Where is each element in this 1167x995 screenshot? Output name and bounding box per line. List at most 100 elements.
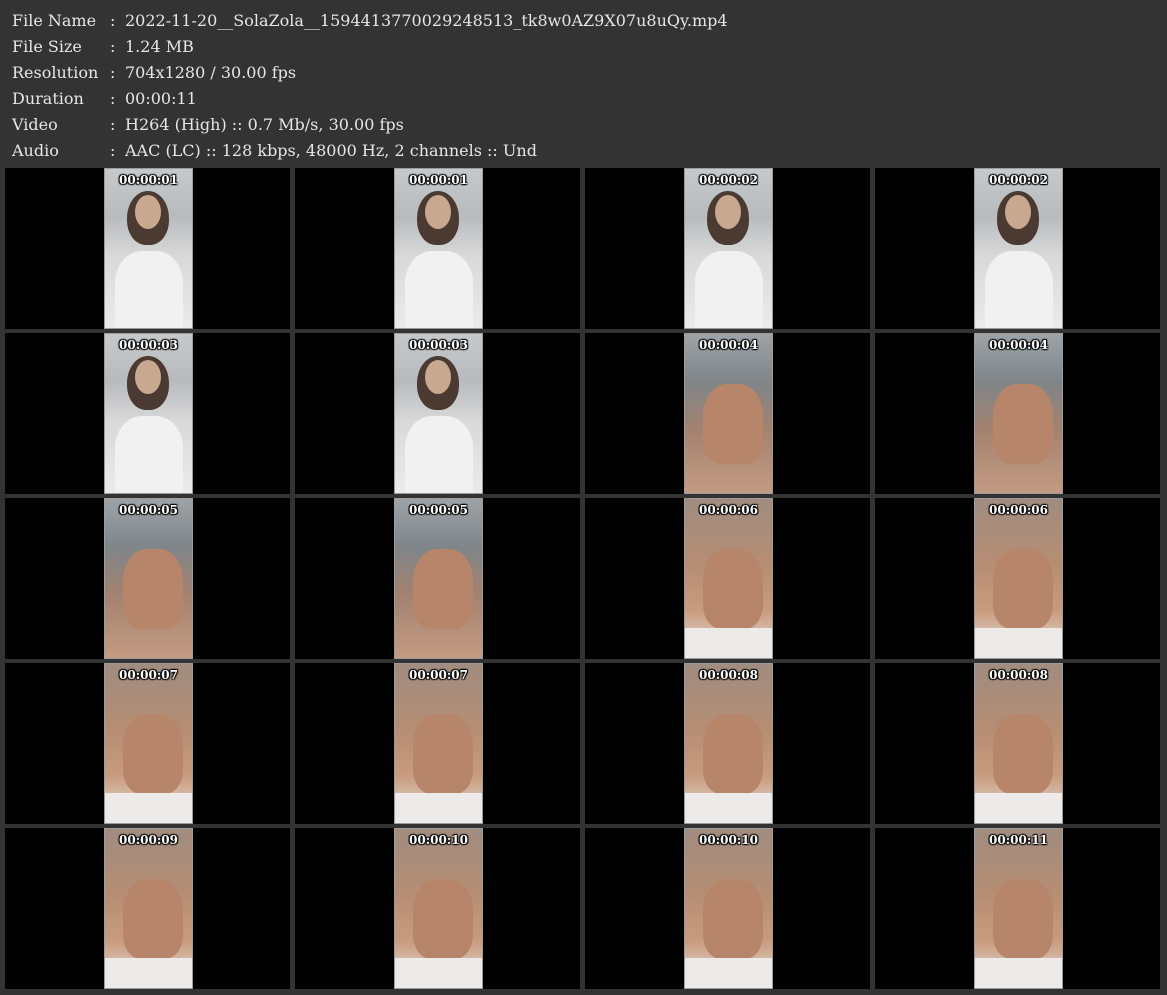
thumbnail-cell[interactable]: 00:00:03 — [295, 333, 580, 494]
video-frame-legs-closeup: 00:00:08 — [974, 663, 1063, 824]
thumbnail-timestamp: 00:00:06 — [989, 503, 1048, 517]
video-frame-legs-closeup: 00:00:10 — [684, 828, 773, 989]
thumbnail-cell[interactable]: 00:00:08 — [875, 663, 1160, 824]
info-label: File Name — [12, 11, 97, 30]
cloth-shape — [685, 628, 772, 658]
face-shape — [135, 360, 161, 394]
thumbnail-cell[interactable]: 00:00:01 — [5, 168, 290, 329]
video-frame-legs-closeup: 00:00:10 — [394, 828, 483, 989]
thumbnail-cell[interactable]: 00:00:05 — [295, 498, 580, 659]
shirt-shape — [985, 251, 1053, 328]
face-shape — [425, 360, 451, 394]
thumbnail-cell[interactable]: 00:00:04 — [875, 333, 1160, 494]
thumbnail-timestamp: 00:00:03 — [409, 338, 468, 352]
legs-shape — [993, 879, 1053, 959]
thumbnail-timestamp: 00:00:11 — [989, 833, 1048, 847]
video-frame-portrait: 00:00:02 — [974, 168, 1063, 329]
video-frame-legs-closeup: 00:00:11 — [974, 828, 1063, 989]
video-frame-legs-closeup: 00:00:06 — [684, 498, 773, 659]
thumbnail-cell[interactable]: 00:00:05 — [5, 498, 290, 659]
legs-shape — [703, 384, 763, 464]
thumbnail-cell[interactable]: 00:00:07 — [295, 663, 580, 824]
thumbnail-timestamp: 00:00:01 — [119, 173, 178, 187]
cloth-shape — [685, 793, 772, 823]
shirt-shape — [115, 416, 183, 493]
legs-shape — [123, 549, 183, 629]
video-frame-legs-closeup: 00:00:08 — [684, 663, 773, 824]
cloth-shape — [975, 628, 1062, 658]
video-frame-legs-closeup: 00:00:09 — [104, 828, 193, 989]
video-frame-legs-terrace: 00:00:04 — [974, 333, 1063, 494]
legs-shape — [993, 384, 1053, 464]
video-frame-legs-terrace: 00:00:04 — [684, 333, 773, 494]
thumbnail-cell[interactable]: 00:00:10 — [295, 828, 580, 989]
face-shape — [715, 195, 741, 229]
video-frame-portrait: 00:00:03 — [104, 333, 193, 494]
info-separator: : — [110, 89, 116, 108]
legs-shape — [413, 549, 473, 629]
info-separator: : — [110, 63, 116, 82]
info-label: Resolution — [12, 63, 99, 82]
thumbnail-timestamp: 00:00:06 — [699, 503, 758, 517]
thumbnail-cell[interactable]: 00:00:10 — [585, 828, 870, 989]
info-label: Audio — [12, 141, 59, 160]
legs-shape — [993, 549, 1053, 629]
thumbnail-cell[interactable]: 00:00:03 — [5, 333, 290, 494]
thumbnail-timestamp: 00:00:10 — [699, 833, 758, 847]
thumbnail-timestamp: 00:00:10 — [409, 833, 468, 847]
thumbnail-cell[interactable]: 00:00:07 — [5, 663, 290, 824]
legs-shape — [703, 714, 763, 794]
thumbnail-timestamp: 00:00:04 — [699, 338, 758, 352]
thumbnail-timestamp: 00:00:07 — [119, 668, 178, 682]
thumbnail-cell[interactable]: 00:00:06 — [585, 498, 870, 659]
info-separator: : — [110, 37, 116, 56]
thumbnail-cell[interactable]: 00:00:02 — [585, 168, 870, 329]
shirt-shape — [405, 251, 473, 328]
info-separator: : — [110, 141, 116, 160]
face-shape — [425, 195, 451, 229]
info-label: File Size — [12, 37, 82, 56]
thumbnail-timestamp: 00:00:04 — [989, 338, 1048, 352]
thumbnail-cell[interactable]: 00:00:01 — [295, 168, 580, 329]
thumbnail-timestamp: 00:00:01 — [409, 173, 468, 187]
thumbnail-timestamp: 00:00:09 — [119, 833, 178, 847]
thumbnail-cell[interactable]: 00:00:09 — [5, 828, 290, 989]
thumbnail-cell[interactable]: 00:00:08 — [585, 663, 870, 824]
legs-shape — [993, 714, 1053, 794]
thumbnail-cell[interactable]: 00:00:04 — [585, 333, 870, 494]
thumbnail-timestamp: 00:00:05 — [409, 503, 468, 517]
info-value: 00:00:11 — [125, 89, 197, 108]
video-frame-legs-closeup: 00:00:07 — [104, 663, 193, 824]
thumbnail-timestamp: 00:00:08 — [699, 668, 758, 682]
cloth-shape — [975, 958, 1062, 988]
thumbnail-cell[interactable]: 00:00:11 — [875, 828, 1160, 989]
info-value: 704x1280 / 30.00 fps — [125, 63, 297, 82]
info-value: 2022-11-20__SolaZola__159441377002924851… — [125, 11, 728, 30]
legs-shape — [413, 879, 473, 959]
cloth-shape — [105, 793, 192, 823]
thumbnail-cell[interactable]: 00:00:02 — [875, 168, 1160, 329]
legs-shape — [703, 549, 763, 629]
legs-shape — [703, 879, 763, 959]
video-frame-legs-closeup: 00:00:06 — [974, 498, 1063, 659]
face-shape — [1005, 195, 1031, 229]
cloth-shape — [685, 958, 772, 988]
shirt-shape — [405, 416, 473, 493]
video-frame-portrait: 00:00:03 — [394, 333, 483, 494]
video-frame-portrait: 00:00:02 — [684, 168, 773, 329]
thumbnail-timestamp: 00:00:02 — [989, 173, 1048, 187]
info-value: AAC (LC) :: 128 kbps, 48000 Hz, 2 channe… — [125, 141, 537, 160]
cloth-shape — [395, 793, 482, 823]
thumbnail-timestamp: 00:00:05 — [119, 503, 178, 517]
video-frame-portrait: 00:00:01 — [394, 168, 483, 329]
video-frame-legs-terrace: 00:00:05 — [104, 498, 193, 659]
video-frame-legs-terrace: 00:00:05 — [394, 498, 483, 659]
legs-shape — [413, 714, 473, 794]
cloth-shape — [105, 958, 192, 988]
info-separator: : — [110, 115, 116, 134]
info-value: H264 (High) :: 0.7 Mb/s, 30.00 fps — [125, 115, 404, 134]
thumbnail-cell[interactable]: 00:00:06 — [875, 498, 1160, 659]
video-frame-portrait: 00:00:01 — [104, 168, 193, 329]
info-label: Video — [12, 115, 58, 134]
thumbnail-timestamp: 00:00:03 — [119, 338, 178, 352]
